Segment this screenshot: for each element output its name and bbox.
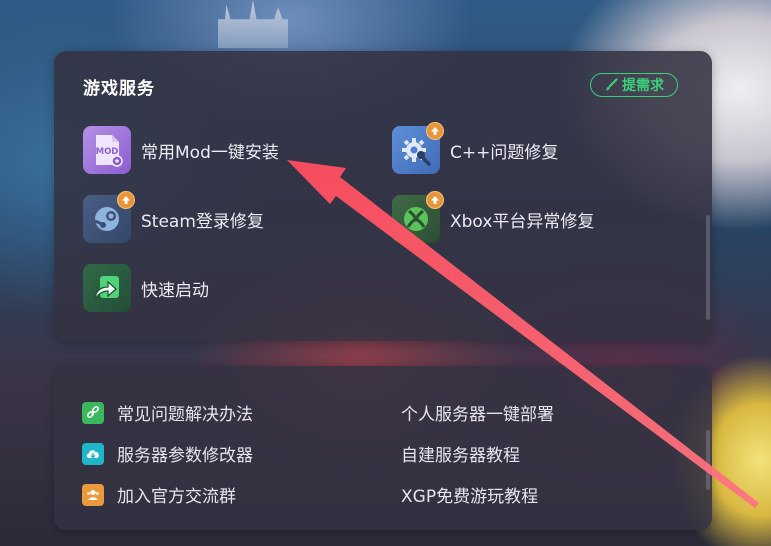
request-feature-button[interactable]: 提需求 — [590, 73, 678, 97]
update-badge — [117, 191, 135, 209]
link-server-params[interactable]: 服务器参数修改器 — [82, 441, 253, 466]
link-label: 常见问题解决办法 — [117, 405, 253, 425]
arrow-up-icon — [431, 127, 439, 135]
scrollbar-links[interactable] — [706, 430, 710, 490]
service-label: 快速启动 — [141, 280, 209, 301]
service-label: Steam登录修复 — [141, 211, 264, 232]
link-faq[interactable]: 常见问题解决办法 — [82, 400, 253, 425]
link-icon — [82, 401, 104, 424]
service-label: 常用Mod一键安装 — [141, 142, 279, 163]
link-label: 服务器参数修改器 — [117, 446, 253, 466]
mod-icon: MOD — [83, 126, 131, 174]
gear-repair-icon — [392, 122, 444, 174]
cloud-download-icon — [82, 442, 104, 465]
app-window: 游戏服务 提需求 MOD 常用Mod一键安装 C++问题修复 Steam登录修复… — [0, 0, 771, 546]
service-cpp-repair[interactable]: C++问题修复 — [392, 122, 559, 174]
service-xbox-repair[interactable]: Xbox平台异常修复 — [392, 191, 595, 243]
request-feature-label: 提需求 — [622, 78, 664, 94]
group-icon — [82, 483, 104, 506]
brush-icon — [606, 78, 618, 91]
link-label: 加入官方交流群 — [117, 487, 236, 507]
arrow-up-icon — [122, 196, 130, 204]
launch-arrow-icon — [94, 276, 119, 300]
game-services-panel: 游戏服务 提需求 MOD 常用Mod一键安装 C++问题修复 Steam登录修复… — [54, 51, 712, 341]
xbox-icon — [392, 191, 444, 243]
update-badge — [426, 122, 444, 140]
link-join-group[interactable]: 加入官方交流群 — [82, 482, 236, 507]
service-mod-install[interactable]: MOD 常用Mod一键安装 — [83, 126, 279, 174]
link-self-hosted-tutorial[interactable]: 自建服务器教程 — [401, 441, 520, 466]
background-castle — [218, 0, 288, 48]
service-fast-launch[interactable]: 快速启动 — [83, 264, 209, 312]
help-links-panel: 常见问题解决办法 服务器参数修改器 加入官方交流群 个人服务器一键部署 自建服务… — [54, 366, 712, 530]
mod-file-icon: MOD — [96, 135, 123, 167]
fast-launch-icon — [83, 264, 131, 312]
gear-icon — [402, 138, 431, 166]
link-label: 个人服务器一键部署 — [401, 405, 554, 425]
service-steam-login-repair[interactable]: Steam登录修复 — [83, 191, 264, 243]
service-label: C++问题修复 — [450, 142, 559, 163]
panel-title: 游戏服务 — [83, 79, 155, 99]
link-personal-server-deploy[interactable]: 个人服务器一键部署 — [401, 400, 554, 425]
xbox-logo-icon — [404, 207, 428, 231]
steam-icon — [83, 191, 135, 243]
mod-icon-text: MOD — [96, 147, 119, 157]
service-label: Xbox平台异常修复 — [450, 211, 595, 232]
link-xgp-tutorial[interactable]: XGP免费游玩教程 — [401, 482, 538, 507]
link-label: 自建服务器教程 — [401, 446, 520, 466]
scrollbar-services[interactable] — [706, 215, 710, 320]
arrow-up-icon — [431, 196, 439, 204]
steam-logo-icon — [94, 207, 119, 231]
update-badge — [426, 191, 444, 209]
link-label: XGP免费游玩教程 — [401, 487, 539, 507]
